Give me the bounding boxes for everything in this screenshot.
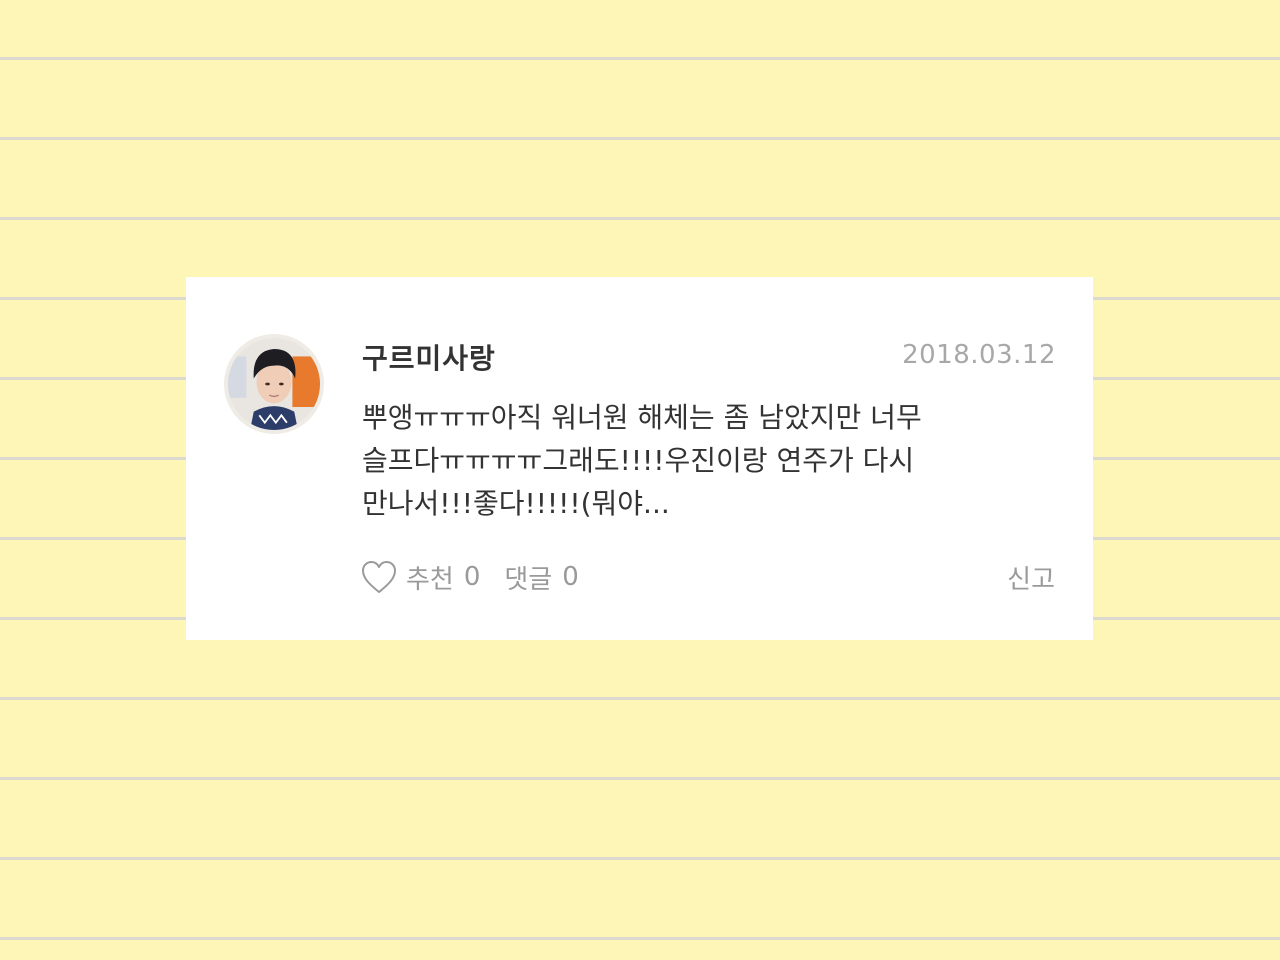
username[interactable]: 구르미사랑 bbox=[362, 337, 496, 377]
report-button[interactable]: 신고 bbox=[1007, 559, 1055, 596]
comment-text: 뿌앵ㅠㅠㅠ아직 워너원 해체는 좀 남았지만 너무 슬프다ㅠㅠㅠㅠ그래도!!!!… bbox=[362, 401, 922, 520]
action-bar: 추천 0 댓글 0 bbox=[360, 557, 579, 597]
comment-card: 구르미사랑 2018.03.12 뿌앵ㅠㅠㅠ아직 워너원 해체는 좀 남았지만 … bbox=[186, 277, 1093, 640]
reply-label[interactable]: 댓글 bbox=[504, 559, 552, 596]
reply-count: 0 bbox=[562, 562, 579, 592]
like-label[interactable]: 추천 bbox=[406, 559, 454, 596]
avatar[interactable] bbox=[224, 334, 324, 434]
avatar-image bbox=[228, 338, 320, 430]
heart-outline-icon[interactable] bbox=[360, 559, 398, 595]
like-count: 0 bbox=[463, 562, 481, 592]
post-date: 2018.03.12 bbox=[902, 340, 1056, 370]
